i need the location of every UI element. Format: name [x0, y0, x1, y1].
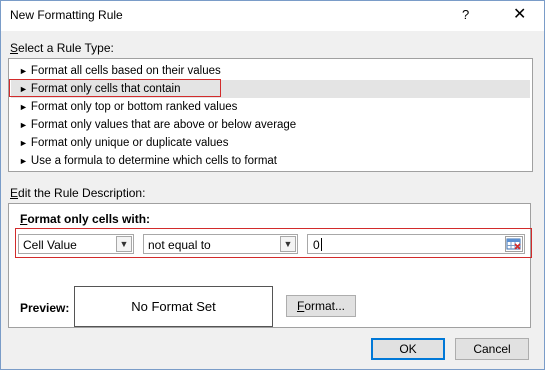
rule-item-label: Format only unique or duplicate values — [30, 137, 229, 149]
edit-rule-description-label: Edit the Rule Description: — [10, 186, 146, 200]
rule-item-label: Format all cells based on their values — [30, 65, 221, 77]
operator-select[interactable]: not equal to ▼ — [143, 234, 298, 254]
title-bar: New Formatting Rule ? ✕ — [1, 1, 544, 31]
select-rule-type-label: Select a Rule Type: — [10, 41, 114, 55]
range-select-button[interactable] — [505, 236, 523, 252]
arrow-icon: ► — [19, 66, 28, 76]
edit-rule-description-label-rest: dit the Rule Description: — [18, 186, 146, 200]
rule-item-top-bottom[interactable]: ► Format only top or bottom ranked values — [11, 98, 530, 116]
arrow-icon: ► — [19, 120, 28, 130]
window-title: New Formatting Rule — [10, 8, 123, 22]
preview-label: Preview: — [20, 301, 70, 315]
rule-item-label: Format only values that are above or bel… — [30, 119, 297, 131]
condition-label-rest: ormat only cells with: — [27, 212, 151, 226]
arrow-icon: ► — [19, 156, 28, 166]
preview-box: No Format Set — [74, 286, 273, 327]
chevron-down-icon[interactable]: ▼ — [280, 236, 296, 252]
rule-item-label: Format only cells that contain — [30, 83, 181, 95]
format-button-label-rest: ormat... — [304, 299, 346, 313]
rule-item-all-cells[interactable]: ► Format all cells based on their values — [11, 62, 530, 80]
chevron-down-icon[interactable]: ▼ — [116, 236, 132, 252]
rule-item-label: Format only top or bottom ranked values — [30, 101, 238, 113]
rule-item-label: Use a formula to determine which cells t… — [30, 155, 277, 167]
value-input[interactable]: 0 — [307, 234, 525, 254]
field-select[interactable]: Cell Value ▼ — [18, 234, 134, 254]
range-select-icon — [506, 238, 521, 250]
condition-label: Format only cells with: — [20, 212, 151, 226]
text-caret — [321, 238, 322, 251]
arrow-icon: ► — [19, 138, 28, 148]
arrow-icon: ► — [19, 84, 28, 94]
rule-description-panel: Format only cells with: Cell Value ▼ not… — [8, 203, 532, 328]
select-rule-type-label-rest: elect a Rule Type: — [18, 41, 114, 55]
help-button[interactable]: ? — [462, 7, 469, 22]
rule-item-formula[interactable]: ► Use a formula to determine which cells … — [11, 152, 530, 170]
rule-item-cells-that-contain[interactable]: ► Format only cells that contain — [11, 80, 530, 98]
rule-item-unique-duplicate[interactable]: ► Format only unique or duplicate values — [11, 134, 530, 152]
value-input-text: 0 — [313, 238, 320, 252]
close-button[interactable]: ✕ — [513, 4, 526, 24]
arrow-icon: ► — [19, 102, 28, 112]
new-formatting-rule-dialog: New Formatting Rule ? ✕ Select a Rule Ty… — [0, 0, 545, 370]
field-select-value: Cell Value — [23, 238, 77, 252]
ok-button[interactable]: OK — [371, 338, 445, 360]
rule-item-above-below-average[interactable]: ► Format only values that are above or be… — [11, 116, 530, 134]
rule-type-list[interactable]: ► Format all cells based on their values … — [8, 58, 533, 172]
operator-select-value: not equal to — [148, 238, 211, 252]
cancel-button[interactable]: Cancel — [455, 338, 529, 360]
format-button[interactable]: Format... — [286, 295, 356, 317]
